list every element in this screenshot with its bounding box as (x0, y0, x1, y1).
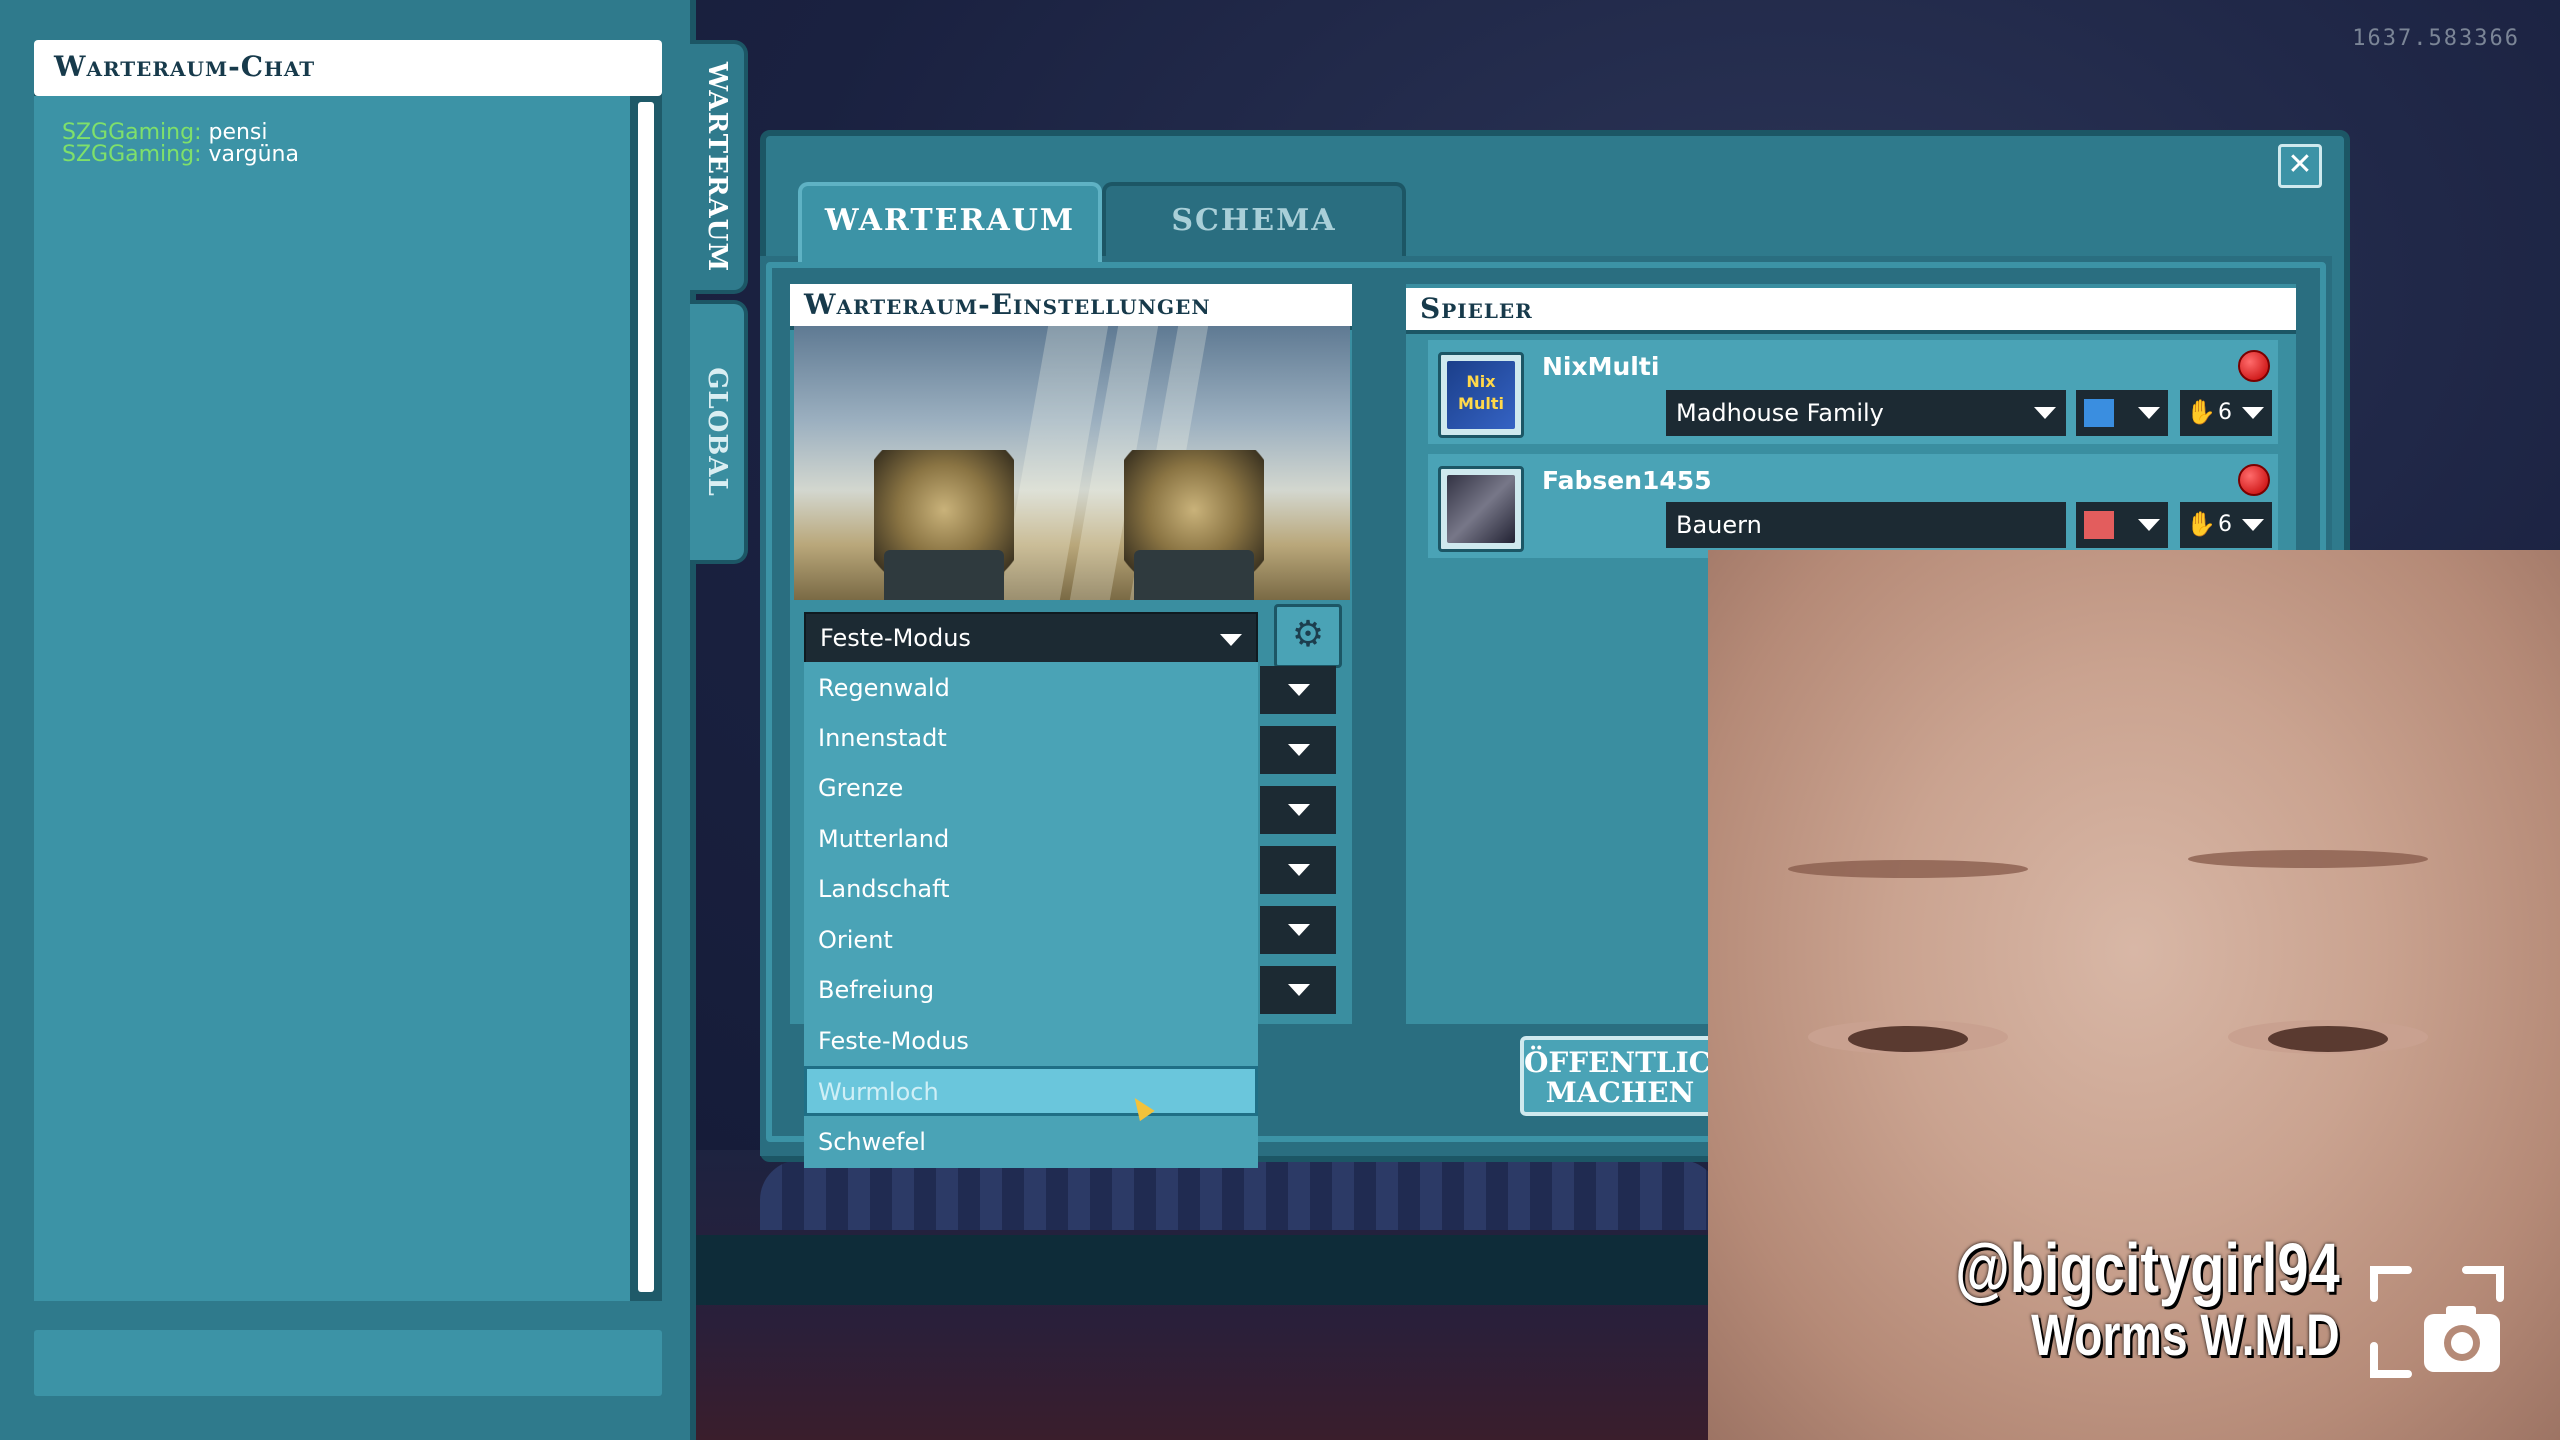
scheme-option[interactable]: Mutterland (804, 813, 1258, 863)
chevron-down-icon (1288, 924, 1310, 936)
players-title: Spieler (1420, 292, 1533, 325)
background-roof (760, 1160, 1720, 1230)
side-tab-global-label: GLOBAL (702, 367, 732, 497)
side-tab-lobby[interactable]: WARTERAUM (690, 40, 748, 294)
hand-icon: ✋ (2186, 510, 2216, 538)
ready-status-icon (2238, 464, 2270, 496)
map-preview (794, 326, 1350, 600)
chat-header: Warteraum-Chat (34, 40, 662, 96)
eye (2268, 1026, 2388, 1052)
chevron-down-icon (1288, 744, 1310, 756)
chat-username: SZGGaming: (62, 142, 202, 167)
chevron-down-icon (2242, 407, 2264, 419)
player-name: Fabsen1455 (1542, 466, 1712, 495)
side-tab-global[interactable]: GLOBAL (690, 300, 748, 564)
chat-log: SZGGaming: pensi SZGGaming: vargüna (34, 96, 630, 1301)
hand-icon: ✋ (2186, 398, 2216, 426)
background-bar (680, 1235, 1710, 1305)
settings-title: Warteraum-Einstellungen (804, 288, 1211, 321)
chat-text: vargüna (208, 142, 299, 167)
option-dropdown[interactable] (1260, 966, 1336, 1014)
worm-count-select[interactable]: ✋ 6 (2180, 502, 2272, 548)
option-dropdown[interactable] (1260, 666, 1336, 714)
worm-count-select[interactable]: ✋ 6 (2180, 390, 2272, 436)
team-color-swatch (2084, 399, 2114, 427)
chat-panel: Warteraum-Chat SZGGaming: pensi SZGGamin… (0, 0, 696, 1440)
make-public-button[interactable]: ÖFFENTLICH MACHEN (1520, 1036, 1720, 1116)
fortress-right (1124, 450, 1264, 600)
chevron-down-icon (1288, 804, 1310, 816)
close-button[interactable]: ✕ (2278, 144, 2322, 188)
scheme-option[interactable]: Befreiung (804, 964, 1258, 1014)
fortress-left (874, 450, 1014, 600)
chat-scrollbar[interactable] (630, 96, 662, 1301)
scheme-select[interactable]: Feste-Modus (804, 612, 1258, 666)
chat-message: SZGGaming: vargüna (62, 144, 299, 166)
tab-lobby[interactable]: WARTERAUM (798, 182, 1102, 262)
tab-scheme[interactable]: SCHEMA (1102, 182, 1406, 262)
scheme-option[interactable]: Feste-Modus (804, 1015, 1258, 1065)
scheme-option[interactable]: Orient (804, 914, 1258, 964)
scheme-option[interactable]: Schwefel (804, 1116, 1258, 1166)
fps-counter: 1637.583366 (2352, 26, 2520, 51)
option-dropdown[interactable] (1260, 726, 1336, 774)
scheme-settings-button[interactable]: ⚙ (1274, 604, 1342, 668)
option-dropdown[interactable] (1260, 786, 1336, 834)
chevron-down-icon (2242, 519, 2264, 531)
side-tab-lobby-label: WARTERAUM (702, 61, 732, 273)
team-color-select[interactable] (2076, 502, 2168, 548)
player-avatar-text: Nix Multi (1447, 361, 1515, 429)
chevron-down-icon (2034, 407, 2056, 419)
worm-count-value: 6 (2218, 512, 2232, 537)
camera-icon (2370, 1266, 2504, 1378)
team-select-value: Madhouse Family (1676, 399, 1884, 427)
scheme-select-value: Feste-Modus (820, 624, 971, 652)
chat-message: SZGGaming: pensi (62, 122, 268, 144)
team-color-swatch (2084, 511, 2114, 539)
team-color-select[interactable] (2076, 390, 2168, 436)
player-avatar (1438, 466, 1524, 552)
stream-handle: @bigcitygirl94 (1955, 1229, 2340, 1307)
scheme-option[interactable]: Regenwald (804, 662, 1258, 712)
option-dropdown[interactable] (1260, 906, 1336, 954)
eye (1848, 1026, 1968, 1052)
scheme-option[interactable]: Innenstadt (804, 712, 1258, 762)
worm-count-value: 6 (2218, 400, 2232, 425)
chat-input[interactable] (34, 1330, 662, 1396)
chevron-down-icon (1288, 684, 1310, 696)
chevron-down-icon (2138, 519, 2160, 531)
team-select[interactable]: Bauern (1666, 502, 2066, 548)
chat-title: Warteraum-Chat (54, 50, 316, 83)
players-header: Spieler (1406, 288, 2296, 330)
gear-icon: ⚙ (1291, 614, 1325, 655)
stream-game-title: Worms W.M.D (2031, 1303, 2340, 1368)
scheme-dropdown-list: Regenwald Innenstadt Grenze Mutterland L… (804, 662, 1258, 1168)
scheme-option[interactable]: Grenze (804, 762, 1258, 812)
option-dropdown[interactable] (1260, 846, 1336, 894)
team-select[interactable]: Madhouse Family (1666, 390, 2066, 436)
scheme-option-hovered[interactable]: Wurmloch (804, 1066, 1258, 1116)
settings-header: Warteraum-Einstellungen (790, 284, 1352, 326)
player-name: NixMulti (1542, 352, 1660, 381)
chevron-down-icon (1220, 634, 1242, 646)
player-avatar: Nix Multi (1438, 352, 1524, 438)
scheme-option[interactable]: Landschaft (804, 863, 1258, 913)
team-select-value: Bauern (1676, 511, 1762, 539)
ready-status-icon (2238, 350, 2270, 382)
chevron-down-icon (1288, 984, 1310, 996)
chevron-down-icon (2138, 407, 2160, 419)
chevron-down-icon (1288, 864, 1310, 876)
chat-scroll-thumb[interactable] (638, 102, 654, 1292)
